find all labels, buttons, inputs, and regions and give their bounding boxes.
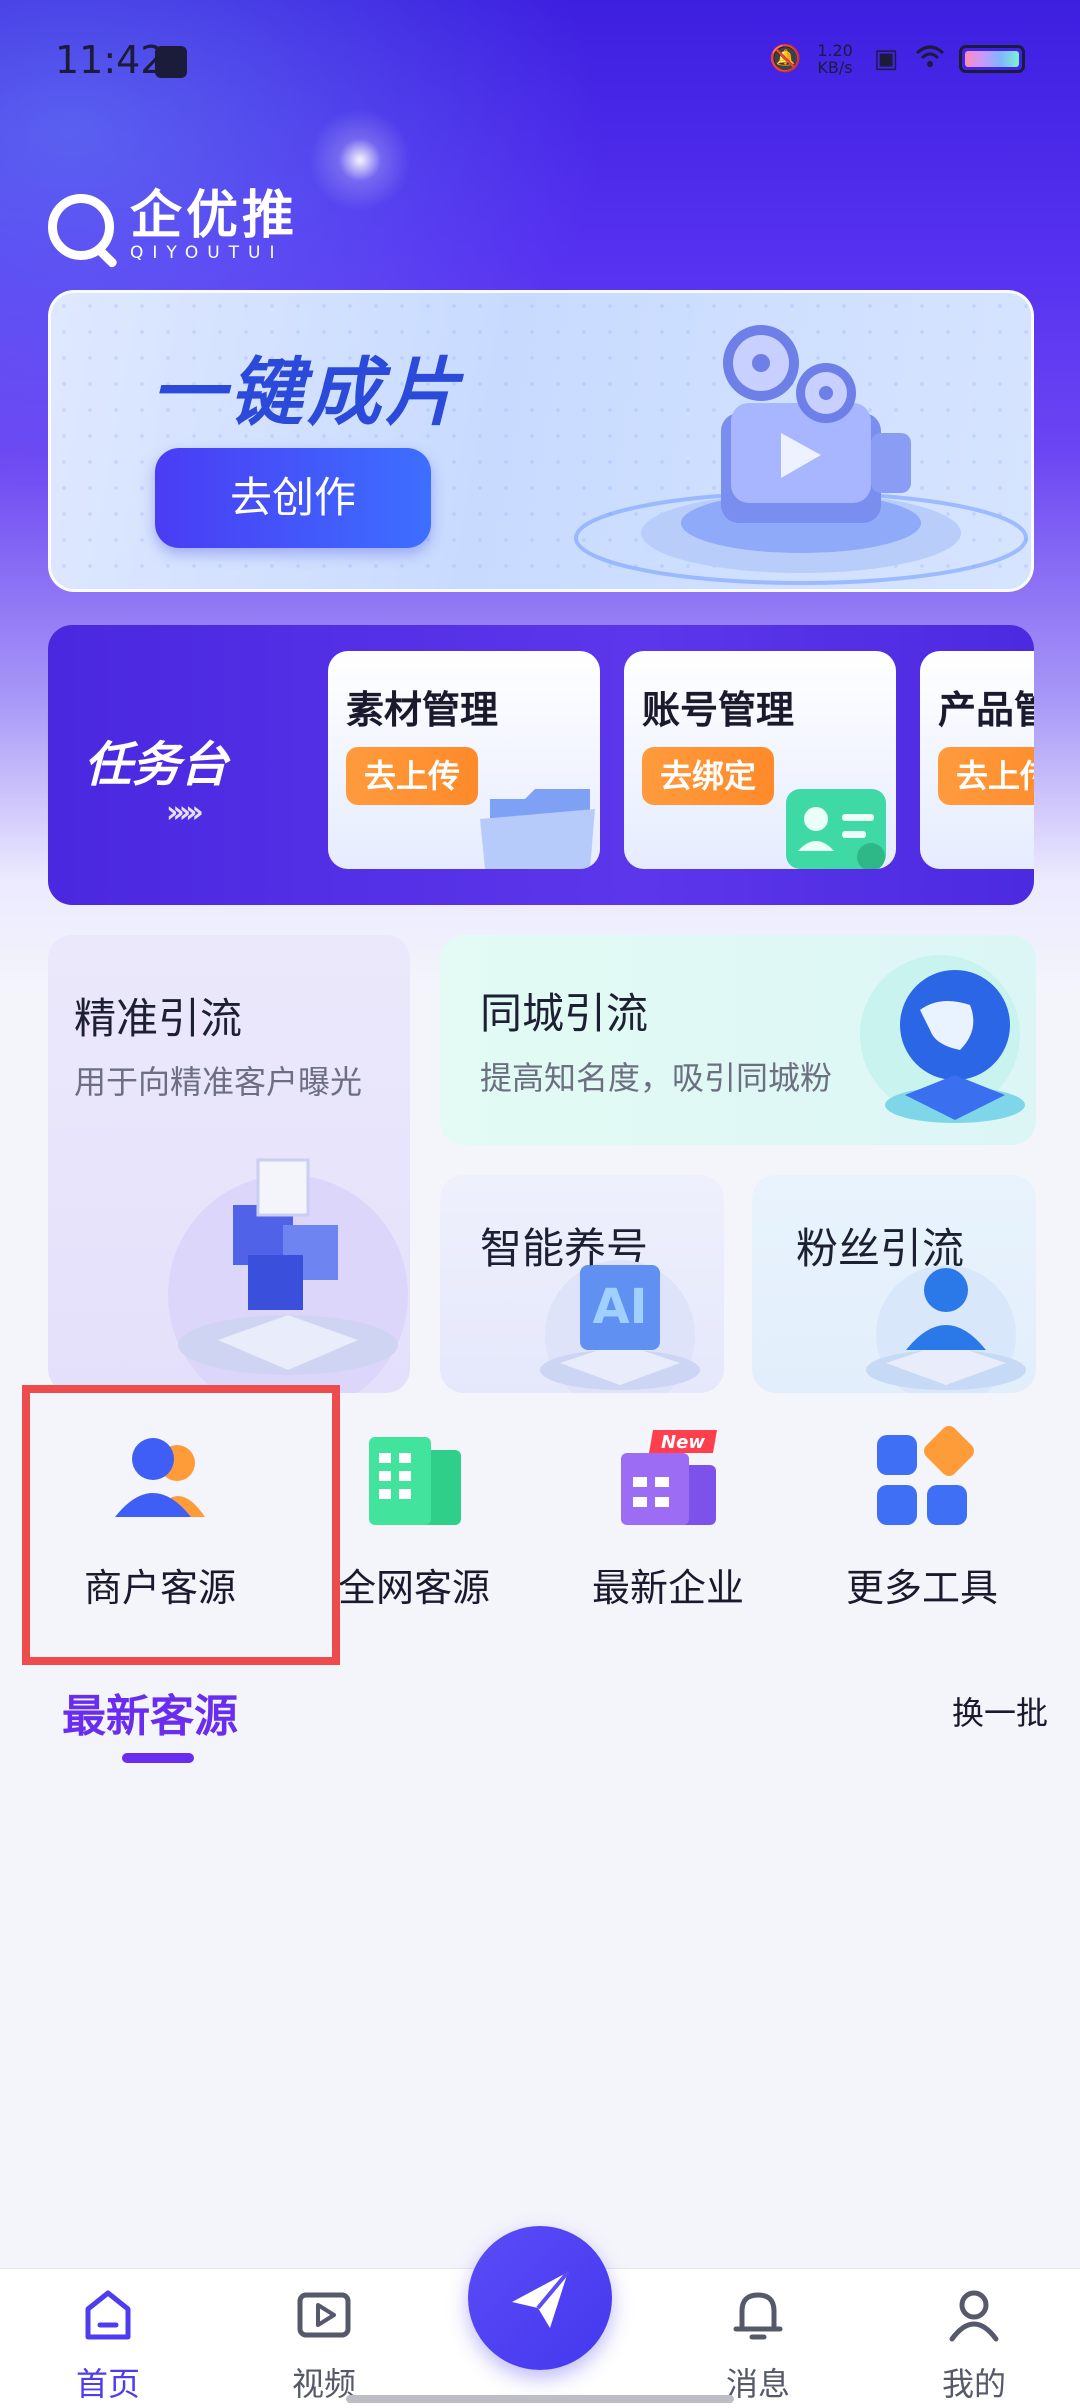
upload-button[interactable]: 去上传 — [346, 747, 479, 805]
nav-messages[interactable]: 消息 — [688, 2285, 828, 2405]
video-camera-illustration — [574, 325, 1028, 585]
ai-chip-icon: AI — [540, 1260, 700, 1393]
task-card-title: 账号管理 — [642, 688, 795, 732]
tool-label: 最新企业 — [591, 1566, 744, 1610]
task-card-materials[interactable]: 素材管理 去上传 — [328, 651, 600, 869]
feature-precise-traffic[interactable]: 精准引流 用于向精准客户曝光 — [48, 935, 410, 1393]
refresh-button[interactable]: 换一批 — [952, 1688, 1048, 1734]
feature-desc: 用于向精准客户曝光 — [74, 1063, 363, 1101]
latest-leads-title[interactable]: 最新客源 — [62, 1680, 238, 1744]
status-icons: 🔕 1.20 KB/s ▣ — [769, 42, 1025, 76]
user-icon — [949, 2290, 999, 2342]
brand-subtitle: QIYOUTUI — [130, 243, 284, 263]
task-panel: 任务台 ››››› 素材管理 去上传 账号管理 去绑定 产品管 去上传 — [48, 625, 1034, 905]
feature-local-traffic[interactable]: 同城引流 提高知名度，吸引同城粉 — [440, 935, 1036, 1145]
folder-icon — [480, 789, 595, 869]
nav-label: 我的 — [941, 2365, 1006, 2403]
status-time: 11:42 — [55, 38, 165, 82]
video-icon — [297, 2292, 351, 2338]
task-card-accounts[interactable]: 账号管理 去绑定 — [624, 651, 896, 869]
task-card-title: 素材管理 — [346, 688, 499, 732]
nav-home[interactable]: 首页 — [38, 2285, 178, 2405]
net-speed-value: 1.20 — [817, 41, 853, 60]
new-building-icon: New — [621, 1430, 717, 1525]
battery-icon — [959, 45, 1025, 73]
tool-label: 更多工具 — [845, 1566, 998, 1610]
fans-icon — [866, 1265, 1026, 1393]
bell-icon — [733, 2292, 783, 2340]
feature-desc: 提高知名度，吸引同城粉 — [480, 1059, 833, 1097]
bind-button[interactable]: 去绑定 — [642, 747, 775, 805]
create-button[interactable]: 去创作 — [155, 448, 431, 548]
nav-video[interactable]: 视频 — [254, 2285, 394, 2405]
highlight-box — [22, 1385, 340, 1665]
id-card-icon — [786, 789, 886, 869]
nav-label: 首页 — [75, 2365, 140, 2403]
tool-more-tools[interactable]: 更多工具 — [812, 1425, 1032, 1625]
home-icon — [85, 2290, 131, 2340]
ai-chip-label: AI — [592, 1279, 647, 1335]
task-panel-label: 任务台 — [84, 737, 229, 793]
upload-button[interactable]: 去上传 — [938, 747, 1034, 805]
globe-icon — [860, 955, 1025, 1123]
mute-icon: 🔕 — [769, 44, 802, 74]
status-bar: 11:42 🔕 1.20 KB/s ▣ — [0, 0, 1080, 120]
home-indicator — [346, 2395, 734, 2403]
brand-logo: 企优推 QIYOUTUI — [48, 190, 298, 264]
feature-fans-traffic[interactable]: 粉丝引流 — [752, 1175, 1036, 1393]
create-banner[interactable]: 一键成片 去创作 — [48, 290, 1034, 592]
new-badge: New — [661, 1432, 705, 1453]
cubes-icon — [168, 1158, 408, 1393]
buildings-icon — [369, 1437, 461, 1525]
net-speed-unit: KB/s — [817, 58, 853, 77]
tool-new-companies[interactable]: New 最新企业 — [558, 1425, 778, 1625]
tab-underline — [122, 1753, 194, 1763]
banner-title: 一键成片 — [151, 350, 463, 436]
task-card-title: 产品管 — [938, 688, 1034, 732]
wifi-icon — [915, 44, 945, 74]
feature-title: 精准引流 — [74, 994, 243, 1043]
send-icon — [512, 2270, 570, 2328]
chevrons-icon: ››››› — [166, 795, 204, 830]
publish-button[interactable] — [468, 2226, 612, 2370]
task-card-products[interactable]: 产品管 去上传 — [920, 651, 1034, 869]
nav-profile[interactable]: 我的 — [904, 2285, 1044, 2405]
sim-icon: ▣ — [873, 44, 899, 74]
notification-icon — [155, 46, 187, 78]
logo-mark-icon — [48, 194, 114, 260]
brand-name: 企优推 — [130, 186, 299, 246]
net-speed: 1.20 KB/s — [813, 42, 857, 76]
grid-icon — [877, 1426, 974, 1525]
feature-smart-nurture[interactable]: 智能养号 AI — [440, 1175, 724, 1393]
feature-title: 同城引流 — [480, 989, 649, 1038]
